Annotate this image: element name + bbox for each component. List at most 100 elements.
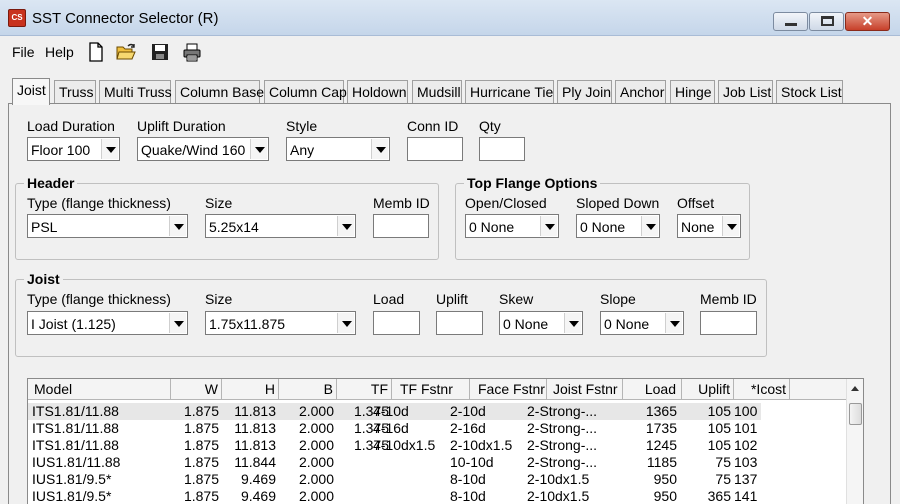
connector-results-list[interactable]: Model W H B TF TF Fstnr Face Fstnr Joist… [27,378,864,504]
skew-select[interactable]: 0 None [499,311,583,335]
column-header-face-fstnr[interactable]: Face Fstnr [470,379,547,400]
cell-uplift: 105 [707,403,731,419]
cell-icost: 102 [734,437,758,453]
tab-mudsill[interactable]: Mudsill [412,80,462,104]
header-size-select[interactable]: 5.25x14 [205,214,356,238]
sloped-down-select[interactable]: 0 None [576,214,660,238]
load-input[interactable] [373,311,420,335]
column-header-tf[interactable]: TF [337,379,392,400]
table-row[interactable]: IUS1.81/9.5* 1.875 9.469 2.000 8-10d 2-1… [28,471,846,488]
chevron-down-icon[interactable] [564,313,581,333]
offset-select[interactable]: None [677,214,741,238]
slope-select[interactable]: 0 None [600,311,684,335]
open-folder-icon[interactable] [116,42,136,62]
header-type-select[interactable]: PSL [27,214,188,238]
app-window: CS SST Connector Selector (R) ✕ File Hel… [0,0,900,504]
joist-size-label: Size [205,291,233,307]
close-button[interactable]: ✕ [845,12,890,31]
menu-help[interactable]: Help [45,44,74,60]
chevron-down-icon[interactable] [371,139,388,159]
cell-h: 11.813 [234,420,276,436]
qty-input[interactable] [479,137,525,161]
open-closed-select[interactable]: 0 None [465,214,559,238]
header-memb-id-input[interactable] [373,214,429,238]
tab-holdown[interactable]: Holdown [347,80,408,104]
column-header-b[interactable]: B [279,379,337,400]
cell-icost: 137 [734,471,758,487]
tab-truss[interactable]: Truss [54,80,96,104]
column-header-model[interactable]: Model [28,379,171,400]
scroll-up-icon[interactable] [847,379,863,400]
conn-id-input[interactable] [407,137,463,161]
uplift-duration-select[interactable]: Quake/Wind 160 [137,137,269,161]
cell-uplift: 105 [707,420,731,436]
tab-ply-join[interactable]: Ply Join [557,80,612,104]
column-header-h[interactable]: H [222,379,279,400]
tab-column-cap[interactable]: Column Cap [264,80,347,104]
cell-face-fstnr: 2-10d [450,403,486,419]
uplift-input[interactable] [436,311,483,335]
title-bar[interactable]: CS SST Connector Selector (R) ✕ [0,0,900,36]
table-row[interactable]: IUS1.81/9.5* 1.875 9.469 2.000 8-10d 2-1… [28,488,846,504]
skew-value: 0 None [503,316,549,332]
cell-face-fstnr: 8-10d [450,471,486,487]
chevron-down-icon[interactable] [337,216,354,236]
header-size-label: Size [205,195,233,211]
joist-type-value: I Joist (1.125) [31,316,116,332]
cell-w: 1.875 [183,454,219,470]
offset-value: None [681,219,715,235]
tab-joist[interactable]: Joist [12,78,50,105]
column-header-joist-fstnr[interactable]: Joist Fstnr [547,379,623,400]
slope-label: Slope [600,291,636,307]
vertical-scrollbar[interactable] [846,379,863,504]
cell-load: 950 [653,471,677,487]
load-duration-select[interactable]: Floor 100 [27,137,120,161]
column-header-load[interactable]: Load [623,379,682,400]
chevron-down-icon[interactable] [169,313,186,333]
tab-job-list[interactable]: Job List [718,80,773,104]
chevron-down-icon[interactable] [337,313,354,333]
tab-hinge[interactable]: Hinge [670,80,715,104]
new-file-icon[interactable] [86,42,106,62]
joist-type-select[interactable]: I Joist (1.125) [27,311,188,335]
print-icon[interactable] [182,42,202,62]
chevron-down-icon[interactable] [250,139,267,159]
chevron-down-icon[interactable] [665,313,682,333]
load-duration-value: Floor 100 [31,142,91,158]
scroll-thumb[interactable] [849,403,862,425]
cell-h: 11.844 [234,454,276,470]
table-row[interactable]: ITS1.81/11.88 1.875 11.813 2.000 1.375 4… [28,403,761,420]
chevron-down-icon[interactable] [641,216,658,236]
minimize-button[interactable] [773,12,808,31]
cell-uplift: 105 [707,437,731,453]
cell-b: 2.000 [298,403,334,419]
column-header-icost[interactable]: *Icost [734,379,790,400]
cell-face-fstnr: 2-10dx1.5 [450,437,513,453]
joist-size-select[interactable]: 1.75x11.875 [205,311,356,335]
maximize-button[interactable] [809,12,844,31]
chevron-down-icon[interactable] [540,216,557,236]
save-disk-icon[interactable] [150,42,170,62]
open-closed-label: Open/Closed [465,195,547,211]
joist-memb-id-input[interactable] [700,311,757,335]
table-row[interactable]: IUS1.81/11.88 1.875 11.844 2.000 10-10d … [28,454,846,471]
style-select[interactable]: Any [286,137,390,161]
column-header-w[interactable]: W [171,379,222,400]
tab-column-base[interactable]: Column Base [175,80,264,104]
column-header-tf-fstnr[interactable]: TF Fstnr [392,379,470,400]
column-headers: Model W H B TF TF Fstnr Face Fstnr Joist… [28,379,846,400]
chevron-down-icon[interactable] [722,216,739,236]
menu-file[interactable]: File [12,44,35,60]
chevron-down-icon[interactable] [169,216,186,236]
header-size-value: 5.25x14 [209,219,259,235]
table-row[interactable]: ITS1.81/11.88 1.875 11.813 2.000 1.375 4… [28,437,846,454]
tab-hurricane-tie[interactable]: Hurricane Tie [465,80,554,104]
chevron-down-icon[interactable] [101,139,118,159]
column-header-uplift[interactable]: Uplift [682,379,734,400]
tab-anchor[interactable]: Anchor [615,80,666,104]
table-row[interactable]: ITS1.81/11.88 1.875 11.813 2.000 1.375 4… [28,420,846,437]
tab-stock-list[interactable]: Stock List [776,80,843,104]
tab-multi-truss[interactable]: Multi Truss [99,80,172,104]
cell-joist-fstnr: 2-Strong-... [527,437,598,453]
cell-joist-fstnr: 2-10dx1.5 [527,488,590,504]
